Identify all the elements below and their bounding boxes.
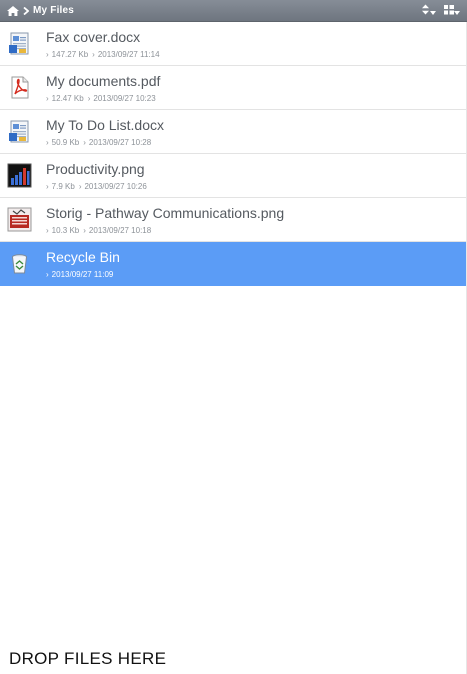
caret-down-icon (430, 2, 436, 20)
file-date: 2013/09/27 11:14 (97, 50, 160, 59)
recycle-bin-row[interactable]: Recycle Bin › 2013/09/27 11:09 (0, 242, 466, 286)
file-name: Storig - Pathway Communications.png (46, 205, 285, 221)
file-row[interactable]: Storig - Pathway Communications.png › 10… (0, 198, 466, 242)
view-mode-button[interactable] (442, 4, 462, 18)
file-meta: › 2013/09/27 11:09 (46, 270, 113, 279)
file-meta: › 147.27 Kb › 2013/09/27 11:14 (46, 50, 160, 59)
chevron-right-icon: › (46, 270, 49, 279)
grid-view-icon (444, 2, 454, 20)
breadcrumb-my-files[interactable]: My Files (33, 5, 74, 16)
file-size: 147.27 Kb (51, 50, 89, 59)
chevron-right-icon: › (87, 94, 91, 103)
caret-down-icon (454, 2, 460, 20)
chevron-right-icon: › (46, 138, 49, 147)
file-meta: › 7.9 Kb › 2013/09/27 10:26 (46, 182, 147, 191)
chevron-right-icon: › (78, 182, 82, 191)
breadcrumb-bar: My Files (0, 0, 467, 22)
home-icon[interactable] (6, 5, 20, 17)
file-row[interactable]: My To Do List.docx › 50.9 Kb › 2013/09/2… (0, 110, 466, 154)
chevron-right-icon: › (92, 50, 95, 59)
docx-icon (7, 31, 32, 56)
file-date: 2013/09/27 10:18 (88, 226, 152, 235)
sort-button[interactable] (419, 4, 438, 18)
file-size: 12.47 Kb (51, 94, 84, 103)
image-icon (7, 207, 32, 232)
docx-icon (7, 119, 32, 144)
chevron-right-icon: › (46, 226, 49, 235)
image-icon (7, 163, 32, 188)
chevron-right-icon: › (83, 138, 86, 147)
recycle-bin-icon (7, 251, 32, 276)
file-row[interactable]: Productivity.png › 7.9 Kb › 2013/09/27 1… (0, 154, 466, 198)
file-size: 7.9 Kb (51, 182, 75, 191)
file-name: Recycle Bin (46, 249, 120, 265)
file-date: 2013/09/27 10:28 (88, 138, 152, 147)
file-date: 2013/09/27 10:26 (84, 182, 147, 191)
sort-icon (421, 2, 430, 20)
file-list: Fax cover.docx › 147.27 Kb › 2013/09/27 … (0, 22, 466, 286)
chevron-right-icon: › (46, 50, 49, 59)
chevron-right-icon (21, 5, 31, 17)
file-meta: › 10.3 Kb › 2013/09/27 10:18 (46, 226, 151, 235)
drop-zone-label[interactable]: DROP FILES HERE (9, 649, 166, 669)
file-row[interactable]: My documents.pdf › 12.47 Kb › 2013/09/27… (0, 66, 466, 110)
chevron-right-icon: › (83, 226, 86, 235)
chevron-right-icon: › (46, 94, 49, 103)
file-size: 10.3 Kb (51, 226, 80, 235)
file-size: 50.9 Kb (51, 138, 80, 147)
file-name: My To Do List.docx (46, 117, 165, 133)
file-date: 2013/09/27 11:09 (51, 270, 114, 279)
file-name: My documents.pdf (46, 73, 161, 89)
file-meta: › 12.47 Kb › 2013/09/27 10:23 (46, 94, 156, 103)
file-name: Productivity.png (46, 161, 145, 177)
file-meta: › 50.9 Kb › 2013/09/27 10:28 (46, 138, 151, 147)
file-date: 2013/09/27 10:23 (93, 94, 156, 103)
file-name: Fax cover.docx (46, 29, 141, 45)
pdf-icon (7, 75, 32, 100)
chevron-right-icon: › (46, 182, 49, 191)
file-row[interactable]: Fax cover.docx › 147.27 Kb › 2013/09/27 … (0, 22, 466, 66)
